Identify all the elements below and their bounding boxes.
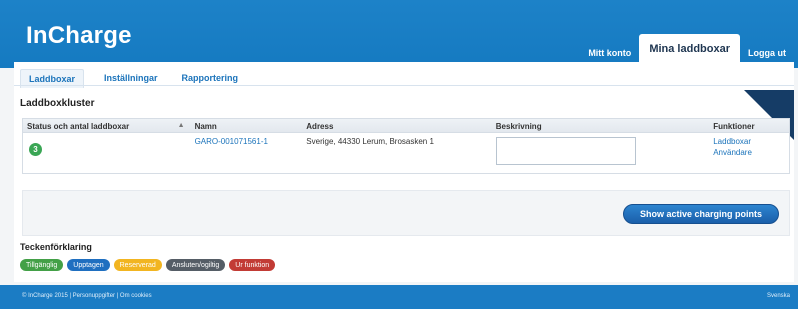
address-cell: Sverige, 44330 Lerum, Brosasken 1 xyxy=(306,137,434,146)
column-header-description[interactable]: Beskrivning xyxy=(492,119,652,132)
anvandare-link[interactable]: Användare xyxy=(713,148,785,157)
section-title: Laddboxkluster xyxy=(20,98,95,109)
footer-links[interactable]: © InCharge 2015 | Personuppgifter | Om c… xyxy=(22,293,152,299)
top-header: InCharge Mitt konto Mina laddboxar Logga… xyxy=(0,0,798,68)
column-header-name[interactable]: Namn xyxy=(191,119,303,132)
page: InCharge Mitt konto Mina laddboxar Logga… xyxy=(0,0,798,309)
legend-connected: Ansluten/ogiltig xyxy=(165,259,226,271)
column-header-address[interactable]: Adress xyxy=(302,119,492,132)
laddboxar-link[interactable]: Laddboxar xyxy=(713,137,785,146)
language-link[interactable]: Svenska xyxy=(767,293,790,299)
cluster-table: Status och antal laddboxar ▲ Namn Adress… xyxy=(22,118,790,174)
legend-out-of-order: Ur funktion xyxy=(229,259,276,271)
status-count-badge: 3 xyxy=(29,143,42,156)
incharge-logo: InCharge xyxy=(26,22,132,49)
divider xyxy=(14,85,794,86)
subtab-rapportering[interactable]: Rapportering xyxy=(178,70,243,86)
column-header-status[interactable]: Status och antal laddboxar ▲ xyxy=(23,119,191,132)
column-header-label: Status och antal laddboxar xyxy=(27,122,130,131)
subtab-installningar[interactable]: Inställningar xyxy=(100,70,162,86)
tab-mitt-konto[interactable]: Mitt konto xyxy=(580,42,639,64)
table-row: 3 GARO-001071561-1 Sverige, 44330 Lerum,… xyxy=(23,133,789,173)
legend-title: Teckenförklaring xyxy=(20,242,92,252)
column-header-functions: Funktioner xyxy=(713,122,755,131)
functions-cell: Laddboxar Användare xyxy=(709,133,789,173)
action-panel: Show active charging points xyxy=(22,190,790,236)
description-cell xyxy=(492,133,652,173)
legend-occupied: Upptagen xyxy=(67,259,110,271)
table-header: Status och antal laddboxar ▲ Namn Adress… xyxy=(23,119,789,133)
sort-arrow-icon[interactable]: ▲ xyxy=(178,122,185,129)
legend-available: Tillgänglig xyxy=(20,259,64,271)
cluster-name-link[interactable]: GARO-001071561-1 xyxy=(191,133,303,173)
legend-reserved: Reserverad xyxy=(113,259,162,271)
tab-mina-laddboxar[interactable]: Mina laddboxar xyxy=(639,34,740,64)
footer: © InCharge 2015 | Personuppgifter | Om c… xyxy=(0,285,798,309)
description-field[interactable] xyxy=(495,137,636,165)
show-active-charging-points-button[interactable]: Show active charging points xyxy=(622,204,779,224)
spacer-cell xyxy=(651,133,709,173)
column-header-empty xyxy=(651,119,709,132)
header-tabs: Mitt konto Mina laddboxar Logga ut xyxy=(580,34,794,64)
status-legend: Tillgänglig Upptagen Reserverad Ansluten… xyxy=(20,259,276,271)
status-cell: 3 xyxy=(23,133,191,173)
main-content: Laddboxar Inställningar Rapportering Lad… xyxy=(14,62,794,282)
logout-link[interactable]: Logga ut xyxy=(740,42,794,64)
function-links: Laddboxar Användare xyxy=(713,137,785,157)
